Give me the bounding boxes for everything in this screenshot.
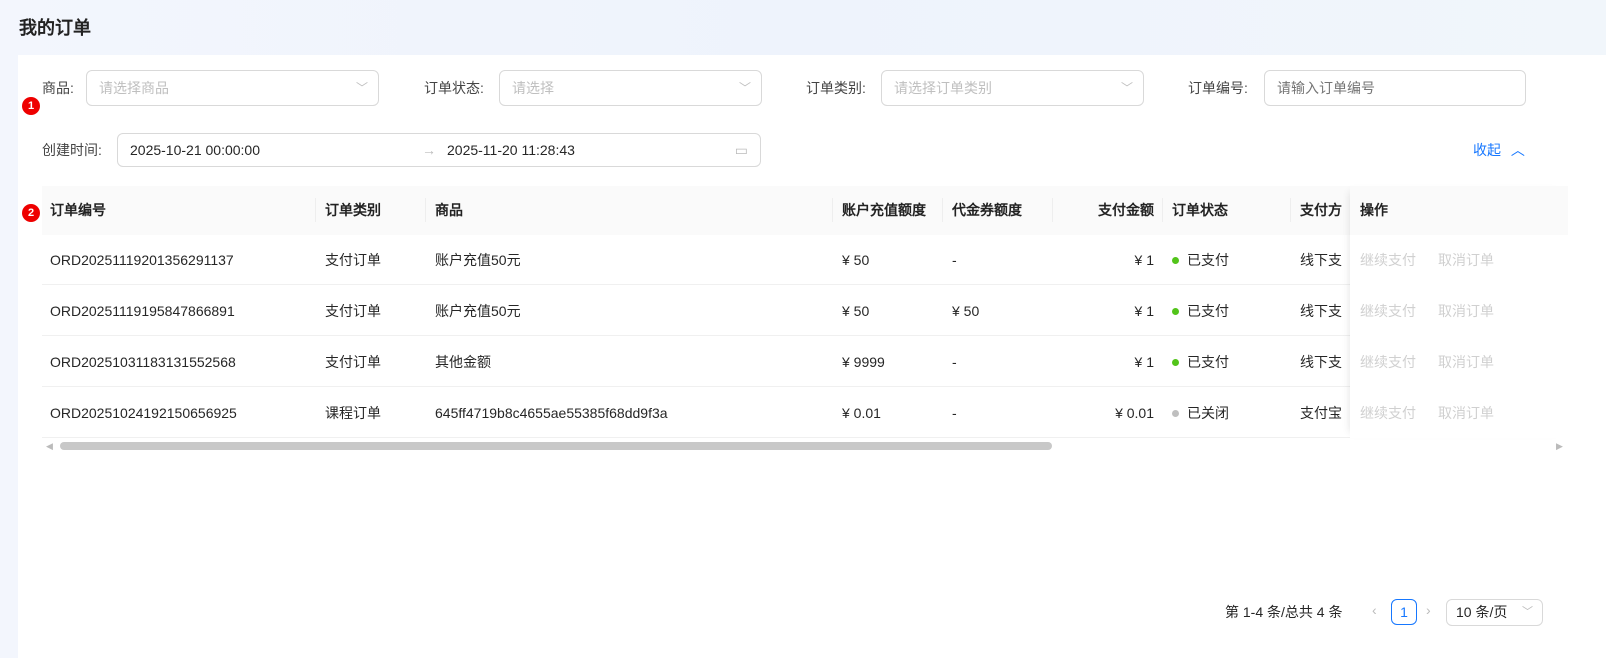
col-status: 订单状态	[1172, 202, 1228, 218]
product-select-placeholder: 请选择商品	[99, 80, 169, 96]
cell-category: 支付订单	[325, 252, 381, 268]
chevron-down-icon: ﹀	[1522, 606, 1533, 618]
cell-recharge: ¥ 9999	[842, 354, 885, 370]
col-paid: 支付金额	[1098, 202, 1154, 218]
collapse-label: 收起	[1473, 142, 1501, 158]
cell-category: 支付订单	[325, 303, 381, 319]
status-text: 已支付	[1187, 252, 1229, 268]
page-title: 我的订单	[19, 18, 91, 38]
created-range-picker[interactable]: 2025-10-21 00:00:00 → 2025-11-20 11:28:4…	[117, 133, 761, 167]
cell-method: 线下支	[1300, 354, 1342, 370]
cell-method: 线下支	[1300, 252, 1342, 268]
category-filter-label: 订单类别:	[806, 80, 866, 96]
status-select[interactable]: 请选择 ﹀	[499, 70, 762, 106]
table-row: ORD20251119201356291137 支付订单 账户充值50元 ¥ 50 - ¥…	[42, 235, 1568, 285]
chevron-up-icon: ︿	[1510, 142, 1525, 158]
cell-voucher: -	[952, 405, 957, 421]
annotation-badge-1: 1	[22, 97, 40, 115]
annotation-badge-2: 2	[22, 204, 40, 222]
status-dot-icon	[1172, 307, 1179, 315]
page-size-select[interactable]: 10 条/页 ﹀	[1446, 599, 1543, 626]
pagination-summary: 第 1-4 条/总共 4 条	[1225, 604, 1343, 620]
cancel-order-button[interactable]: 取消订单	[1438, 301, 1494, 321]
cancel-order-button[interactable]: 取消订单	[1438, 250, 1494, 270]
range-start[interactable]: 2025-10-21 00:00:00	[130, 142, 260, 158]
category-select-placeholder: 请选择订单类别	[894, 80, 992, 96]
status-text: 已支付	[1187, 354, 1229, 370]
status-dot-icon	[1172, 358, 1179, 366]
cell-product: 645ff4719b8c4655ae55385f68dd9f3a	[435, 405, 668, 421]
cancel-order-button[interactable]: 取消订单	[1438, 403, 1494, 423]
status-select-placeholder: 请选择	[512, 80, 554, 96]
page-size-value: 10 条/页	[1456, 604, 1508, 620]
next-page-icon[interactable]: ›	[1426, 602, 1431, 618]
category-select[interactable]: 请选择订单类别 ﹀	[881, 70, 1144, 106]
cell-recharge: ¥ 50	[842, 252, 870, 268]
col-actions: 操作	[1360, 202, 1388, 218]
cell-voucher: -	[952, 354, 957, 370]
status-filter-label: 订单状态:	[424, 80, 484, 96]
cell-paid: ¥ 0.01	[1115, 405, 1154, 421]
table-header: 订单编号 订单类别 商品 账户充值额度 代金券额度 支付金额 订单状态 支付方	[42, 186, 1568, 235]
calendar-icon: ▭	[734, 142, 748, 158]
collapse-button[interactable]: 收起 ︿	[1473, 140, 1525, 160]
col-category: 订单类别	[325, 202, 381, 218]
cell-status: 已支付	[1172, 250, 1229, 270]
col-recharge: 账户充值额度	[842, 202, 926, 218]
arrow-right-icon: →	[422, 142, 436, 158]
table-row: ORD20251031183131552568 支付订单 其他金额 ¥ 9999 - ¥ …	[42, 337, 1568, 387]
cell-order-no: ORD20251119201356291137	[50, 252, 234, 268]
cell-status: 已支付	[1172, 301, 1229, 321]
cell-paid: ¥ 1	[1134, 303, 1154, 319]
product-filter-label: 商品:	[42, 80, 74, 96]
continue-pay-button[interactable]: 继续支付	[1360, 403, 1416, 423]
status-dot-icon	[1172, 409, 1179, 417]
col-product: 商品	[435, 202, 463, 218]
continue-pay-button[interactable]: 继续支付	[1360, 250, 1416, 270]
cell-order-no: ORD20251119195847866891	[50, 303, 235, 319]
status-dot-icon	[1172, 256, 1179, 264]
cell-paid: ¥ 1	[1134, 252, 1154, 268]
horizontal-scrollbar[interactable]	[60, 442, 1052, 450]
order-no-input[interactable]	[1264, 70, 1526, 106]
col-voucher: 代金券额度	[952, 202, 1022, 218]
chevron-down-icon: ﹀	[738, 81, 751, 95]
cell-recharge: ¥ 50	[842, 303, 870, 319]
prev-page-icon[interactable]: ‹	[1372, 602, 1377, 618]
col-order-no: 订单编号	[50, 202, 106, 218]
cell-status: 已支付	[1172, 352, 1229, 372]
table-row: ORD20251024192150656925 课程订单 645ff4719b8c4…	[42, 388, 1568, 438]
status-text: 已关闭	[1187, 405, 1229, 421]
chevron-down-icon: ﹀	[355, 81, 368, 95]
cell-method: 支付宝	[1300, 405, 1342, 421]
created-filter-label: 创建时间:	[42, 142, 102, 158]
status-text: 已支付	[1187, 303, 1229, 319]
product-select[interactable]: 请选择商品 ﹀	[86, 70, 379, 106]
cell-product: 账户充值50元	[435, 252, 521, 268]
cell-voucher: -	[952, 252, 957, 268]
cell-status: 已关闭	[1172, 403, 1229, 423]
page-1-button[interactable]: 1	[1391, 599, 1417, 625]
continue-pay-button[interactable]: 继续支付	[1360, 352, 1416, 372]
table-row: ORD20251119195847866891 支付订单 账户充值50元 ¥ 50 ¥ …	[42, 286, 1568, 336]
col-method: 支付方	[1300, 202, 1342, 218]
fixed-actions-column: 操作 继续支付 取消订单 继续支付 取消订单 继续支付 取消订单 继续支付 取消订单	[1350, 186, 1568, 438]
cell-category: 课程订单	[325, 405, 381, 421]
cell-voucher: ¥ 50	[952, 303, 980, 319]
cell-product: 账户充值50元	[435, 303, 521, 319]
cell-order-no: ORD20251031183131552568	[50, 354, 236, 370]
cell-paid: ¥ 1	[1134, 354, 1154, 370]
scroll-left-icon[interactable]: ◀	[46, 441, 53, 452]
cell-recharge: ¥ 0.01	[842, 405, 881, 421]
cell-category: 支付订单	[325, 354, 381, 370]
order-no-filter-label: 订单编号:	[1188, 80, 1248, 96]
cell-product: 其他金额	[435, 354, 491, 370]
continue-pay-button[interactable]: 继续支付	[1360, 301, 1416, 321]
cell-order-no: ORD20251024192150656925	[50, 405, 237, 421]
range-end[interactable]: 2025-11-20 11:28:43	[447, 134, 575, 166]
cancel-order-button[interactable]: 取消订单	[1438, 352, 1494, 372]
chevron-down-icon: ﹀	[1120, 81, 1133, 95]
scroll-right-icon[interactable]: ▶	[1556, 441, 1563, 452]
cell-method: 线下支	[1300, 303, 1342, 319]
